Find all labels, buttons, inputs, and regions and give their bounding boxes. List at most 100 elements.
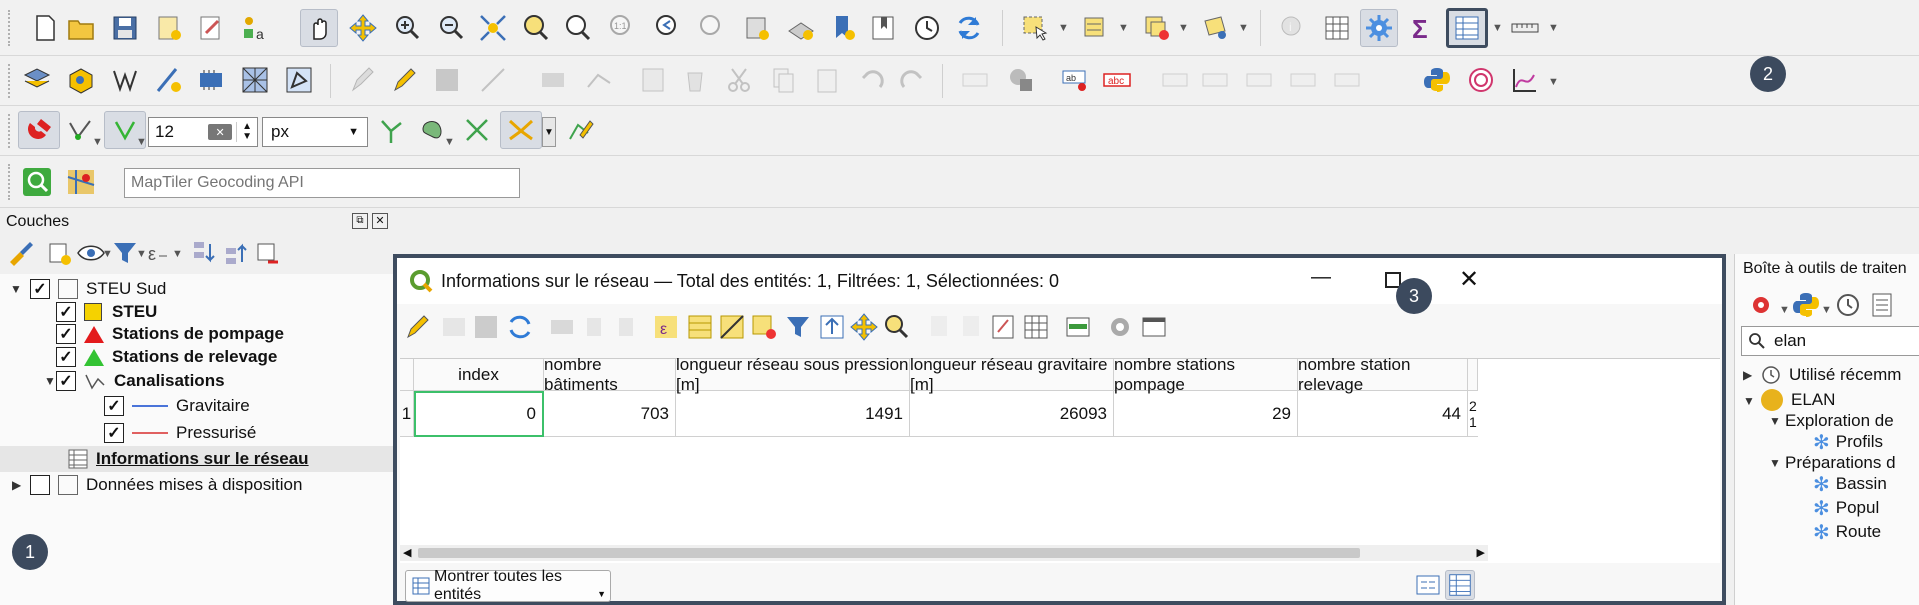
temporal-controller-icon[interactable]: [908, 9, 946, 47]
style-manager-icon[interactable]: a: [236, 9, 274, 47]
tracing-icon[interactable]: [500, 111, 542, 149]
select-all-icon[interactable]: [683, 310, 717, 344]
actions-icon[interactable]: [1103, 310, 1137, 344]
self-snapping-icon[interactable]: [458, 111, 496, 149]
horizontal-scrollbar[interactable]: ◀ ▶: [400, 545, 1488, 561]
zoom-in-icon[interactable]: [388, 9, 426, 47]
checkbox-checked-icon[interactable]: ✓: [56, 347, 76, 367]
new-spatialite-layer-icon[interactable]: [280, 61, 318, 99]
table-view-icon[interactable]: [1445, 570, 1475, 600]
reload-table-icon[interactable]: [503, 310, 537, 344]
label-toolbar-icon[interactable]: [1002, 61, 1040, 99]
toolbar-grip[interactable]: [8, 114, 12, 148]
layer-stations-relevage[interactable]: ✓ Stations de relevage: [56, 344, 277, 370]
snap-unit-select[interactable]: px ▼: [262, 117, 368, 147]
table-cell[interactable]: 29: [1114, 391, 1298, 437]
tracing-options-dropdown[interactable]: ▼: [542, 117, 556, 147]
deselect-all-icon[interactable]: [747, 310, 781, 344]
zoom-to-selected-icon[interactable]: [879, 310, 913, 344]
checkbox-checked-icon[interactable]: ✓: [56, 324, 76, 344]
scrollbar-thumb[interactable]: [418, 548, 1360, 558]
table-cell[interactable]: 1491: [676, 391, 910, 437]
collapse-arrow-icon[interactable]: ▼: [10, 282, 22, 296]
new-print-layout-icon[interactable]: [150, 9, 188, 47]
filter-by-expression-icon[interactable]: ε: [140, 236, 174, 270]
zoom-last-icon[interactable]: [648, 9, 686, 47]
select-by-expression-icon[interactable]: ε: [649, 310, 683, 344]
legend-gravitaire[interactable]: ✓ Gravitaire: [104, 393, 250, 419]
collapse-all-icon[interactable]: [218, 236, 252, 270]
clear-value-icon[interactable]: ✕: [208, 124, 233, 140]
toolbar-grip[interactable]: [8, 10, 12, 46]
geocoding-search-input[interactable]: [124, 168, 520, 198]
models-icon[interactable]: [1747, 288, 1781, 322]
open-styling-icon[interactable]: [4, 236, 38, 270]
float-panel-icon[interactable]: ⧉: [352, 213, 368, 229]
column-header[interactable]: index: [414, 359, 544, 391]
table-cell-selected[interactable]: 0: [414, 391, 544, 437]
plugin-stamp-icon[interactable]: [1462, 61, 1500, 99]
map-tool-icon[interactable]: [62, 163, 100, 201]
spin-arrows-icon[interactable]: ▲ ▼: [236, 122, 257, 142]
open-project-icon[interactable]: [62, 9, 100, 47]
filter-button[interactable]: Montrer toutes les entités ▼: [405, 568, 611, 603]
layer-informations-reseau[interactable]: Informations sur le réseau: [0, 446, 394, 472]
toolbox-algorithm-popul[interactable]: ✻ Popul: [1813, 495, 1879, 521]
expand-arrow-icon[interactable]: ▶: [12, 478, 21, 492]
new-geopackage-icon[interactable]: [62, 61, 100, 99]
toggle-editing-icon[interactable]: [386, 61, 424, 99]
show-bookmarks-icon[interactable]: [864, 9, 902, 47]
dock-table-icon[interactable]: [1137, 310, 1171, 344]
search-location-icon[interactable]: [18, 163, 56, 201]
toolbar-grip[interactable]: [8, 64, 12, 98]
table-cell[interactable]: 703: [544, 391, 676, 437]
edit-tracing-icon[interactable]: [562, 111, 600, 149]
toolbox-item-recent[interactable]: Utilisé récemm: [1761, 362, 1901, 388]
pin-labels-icon[interactable]: ab: [1056, 61, 1094, 99]
table-cell-clipped[interactable]: 2 1: [1468, 391, 1478, 437]
column-header[interactable]: longueur réseau gravitaire [m]: [910, 355, 1114, 394]
column-header[interactable]: longueur réseau sous pression [m]: [676, 355, 910, 394]
form-view-icon[interactable]: [1413, 570, 1443, 600]
table-cell[interactable]: 26093: [910, 391, 1114, 437]
collapse-arrow-icon[interactable]: ▼: [1769, 456, 1781, 470]
toolbox-algorithm-route[interactable]: ✻ Route: [1813, 519, 1881, 545]
new-mesh-layer-icon[interactable]: [236, 61, 274, 99]
highlight-labels-icon[interactable]: abc: [1098, 61, 1136, 99]
save-project-icon[interactable]: [106, 9, 144, 47]
row-header[interactable]: 1: [400, 391, 414, 437]
data-plotly-icon[interactable]: [1506, 61, 1544, 99]
new-temp-layer-icon[interactable]: [150, 61, 188, 99]
select-by-location-icon[interactable]: [1196, 9, 1234, 47]
snap-tolerance-spinbox[interactable]: 12 ✕ ▲ ▼: [148, 117, 258, 147]
add-group-icon[interactable]: [42, 236, 76, 270]
column-header[interactable]: nombre bâtiments: [544, 355, 676, 394]
results-viewer-icon[interactable]: [1865, 288, 1899, 322]
checkbox-checked-icon[interactable]: ✓: [104, 396, 124, 416]
toolbar-grip[interactable]: [8, 164, 12, 200]
collapse-arrow-icon[interactable]: ▼: [44, 374, 56, 388]
field-calculator-icon[interactable]: [1318, 9, 1356, 47]
minimize-icon[interactable]: —: [1307, 266, 1335, 294]
add-layer-icon[interactable]: [18, 61, 56, 99]
measure-line-icon[interactable]: [1506, 9, 1544, 47]
collapse-arrow-icon[interactable]: ▼: [1769, 414, 1781, 428]
zoom-full-icon[interactable]: [474, 9, 512, 47]
column-header-clipped[interactable]: [1468, 359, 1478, 391]
toolbox-algorithm-bassin[interactable]: ✻ Bassin: [1813, 471, 1887, 497]
scroll-left-icon[interactable]: ◀: [403, 546, 411, 559]
legend-pressurise[interactable]: ✓ Pressurisé: [104, 420, 256, 446]
checkbox-checked-icon[interactable]: ✓: [56, 371, 76, 391]
expand-all-icon[interactable]: [186, 236, 220, 270]
collapse-arrow-icon[interactable]: ▼: [1743, 394, 1755, 408]
processing-toolbox-icon[interactable]: [1360, 9, 1398, 47]
deselect-icon[interactable]: [1138, 9, 1176, 47]
remove-layer-icon[interactable]: [250, 236, 284, 270]
column-header[interactable]: nombre stations pompage: [1114, 355, 1298, 394]
new-virtual-layer-icon[interactable]: [192, 61, 230, 99]
zoom-to-selection-icon[interactable]: [516, 9, 554, 47]
new-bookmark-icon[interactable]: [824, 9, 862, 47]
scroll-right-icon[interactable]: ▶: [1477, 546, 1485, 559]
new-shapefile-icon[interactable]: [106, 61, 144, 99]
statistical-summary-icon[interactable]: Σ: [1402, 9, 1440, 47]
